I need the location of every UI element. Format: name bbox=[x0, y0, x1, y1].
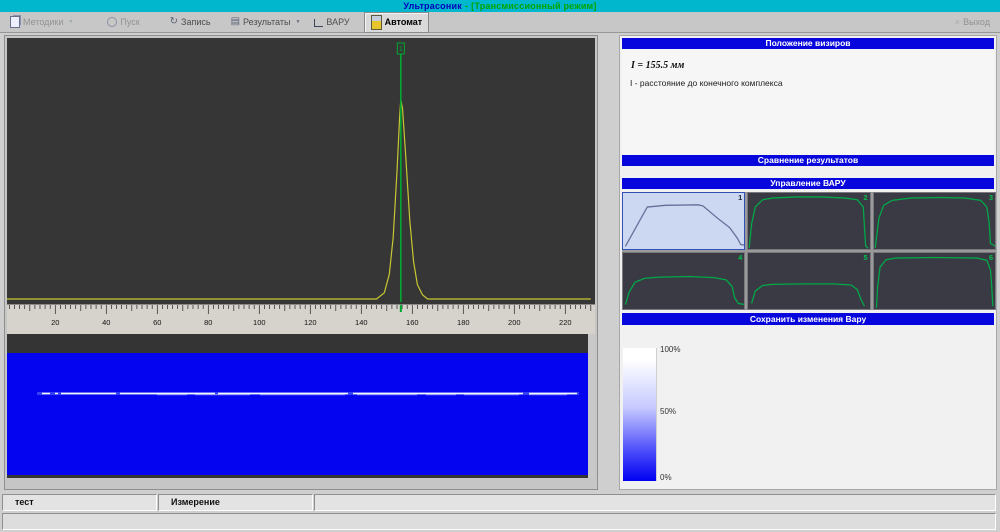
tvg-panel-number: 3 bbox=[989, 193, 993, 202]
toolbar-button-zapis[interactable]: ↻ Запись bbox=[166, 15, 215, 29]
ruler-tick-label: 100 bbox=[253, 318, 266, 327]
compare-results-button[interactable]: Сравнение результатов bbox=[622, 155, 994, 166]
ruler-tick-label: 200 bbox=[508, 318, 521, 327]
tvg-panel-4[interactable]: 4 bbox=[622, 252, 745, 310]
bscan-right-strip bbox=[588, 334, 595, 478]
record-icon: ↻ bbox=[170, 17, 178, 27]
control-panel: Положение визиров I = 155.5 мм I - расст… bbox=[619, 35, 997, 490]
automat-icon bbox=[371, 15, 382, 30]
toolbar-button-label: Пуск bbox=[120, 17, 139, 27]
bscan-image[interactable] bbox=[7, 353, 588, 475]
scale-label-100: 100% bbox=[660, 345, 680, 354]
tvg-panel-6[interactable]: 6 bbox=[873, 252, 996, 310]
start-icon bbox=[107, 17, 117, 27]
ruler-tick-label: 40 bbox=[102, 318, 110, 327]
status-cell-name: тест bbox=[2, 494, 157, 511]
bscan-view bbox=[7, 334, 595, 478]
ruler-tick-label: 140 bbox=[355, 318, 368, 327]
cursor-description: I - расстояние до конечного комплекса bbox=[630, 78, 783, 88]
toolbar: Методики ▼ Пуск ↻ Запись ▤ Результаты ▼ … bbox=[0, 12, 1000, 33]
cursor-info-box: I = 155.5 мм I - расстояние до конечного… bbox=[622, 49, 994, 155]
title-mode: [Трансмиссионный режим] bbox=[471, 1, 596, 11]
ruler-tick-label: 80 bbox=[204, 318, 212, 327]
cursor-marker-label: 1 bbox=[399, 46, 403, 53]
cursor-value: I = 155.5 мм bbox=[631, 60, 684, 71]
tvg-panel-1[interactable]: 1 bbox=[622, 192, 745, 250]
dropdown-arrow-icon: ▼ bbox=[295, 19, 300, 25]
header-cursor-position: Положение визиров bbox=[622, 38, 994, 49]
app-title: Ультрасоник bbox=[403, 1, 462, 11]
ruler-tick-label: 60 bbox=[153, 318, 161, 327]
tvg-panel-5[interactable]: 5 bbox=[747, 252, 870, 310]
gate-icon bbox=[314, 19, 323, 27]
status-progress-bar bbox=[2, 513, 996, 530]
scale-label-0: 0% bbox=[660, 473, 672, 482]
close-icon: × bbox=[955, 17, 960, 27]
dropdown-arrow-icon: ▼ bbox=[68, 19, 73, 25]
tvg-panel-number: 2 bbox=[863, 193, 867, 202]
scan-container: 1 20 40 60 80 100 120 140 160 180 200 220 bbox=[4, 35, 598, 490]
toolbar-button-label: Запись bbox=[181, 17, 211, 27]
ruler-tick-label: 160 bbox=[406, 318, 419, 327]
tvg-panel-number: 4 bbox=[738, 253, 742, 262]
toolbar-button-label: Результаты bbox=[243, 17, 290, 27]
toolbar-button-varu[interactable]: ВАРУ bbox=[310, 15, 353, 29]
results-icon: ▤ bbox=[231, 17, 240, 27]
tvg-panel-number: 5 bbox=[863, 253, 867, 262]
tvg-panel-3[interactable]: 3 bbox=[873, 192, 996, 250]
title-bar: Ультрасоник-[Трансмиссионный режим] bbox=[0, 0, 1000, 12]
toolbar-button-metodiki[interactable]: Методики ▼ bbox=[6, 14, 77, 30]
tvg-panel-number: 1 bbox=[738, 193, 742, 202]
tvg-panel-2[interactable]: 2 bbox=[747, 192, 870, 250]
scale-label-50: 50% bbox=[660, 407, 676, 416]
ascan-plot[interactable]: 1 bbox=[7, 38, 595, 304]
ruler-tick-label: 180 bbox=[457, 318, 470, 327]
ruler-tick-label: 220 bbox=[559, 318, 572, 327]
amplitude-gradient-bar bbox=[623, 348, 657, 481]
toolbar-button-label: Методики bbox=[23, 17, 63, 27]
app-window: Ультрасоник-[Трансмиссионный режим] Мето… bbox=[0, 0, 1000, 532]
toolbar-button-rezultaty[interactable]: ▤ Результаты ▼ bbox=[227, 15, 305, 29]
bscan-echo-streak bbox=[7, 353, 588, 475]
documents-icon bbox=[10, 16, 20, 28]
ruler-tick-label: 20 bbox=[51, 318, 59, 327]
toolbar-button-label: Автомат bbox=[385, 17, 423, 27]
toolbar-button-label: ВАРУ bbox=[326, 17, 349, 27]
ascan-trace: 1 bbox=[7, 38, 595, 304]
tvg-grid: 1 2 3 4 5 6 bbox=[622, 192, 996, 310]
status-cell-mode: Измерение bbox=[158, 494, 313, 511]
title-separator: - bbox=[465, 1, 468, 11]
ruler-ticks: 20 40 60 80 100 120 140 160 180 200 220 bbox=[7, 305, 595, 334]
ruler-tick-label: 120 bbox=[304, 318, 317, 327]
toolbar-button-label: Выход bbox=[963, 17, 990, 27]
toolbar-button-avtomat[interactable]: Автомат bbox=[364, 12, 430, 33]
distance-ruler[interactable]: 20 40 60 80 100 120 140 160 180 200 220 bbox=[7, 304, 595, 334]
toolbar-button-pusk[interactable]: Пуск bbox=[103, 15, 143, 29]
save-tvg-button[interactable]: Сохранить изменения Вару bbox=[622, 313, 994, 325]
status-cell-extra bbox=[314, 494, 996, 511]
tvg-panel-number: 6 bbox=[989, 253, 993, 262]
toolbar-button-exit[interactable]: × Выход bbox=[951, 15, 994, 29]
header-tvg-control: Управление ВАРУ bbox=[622, 178, 994, 189]
